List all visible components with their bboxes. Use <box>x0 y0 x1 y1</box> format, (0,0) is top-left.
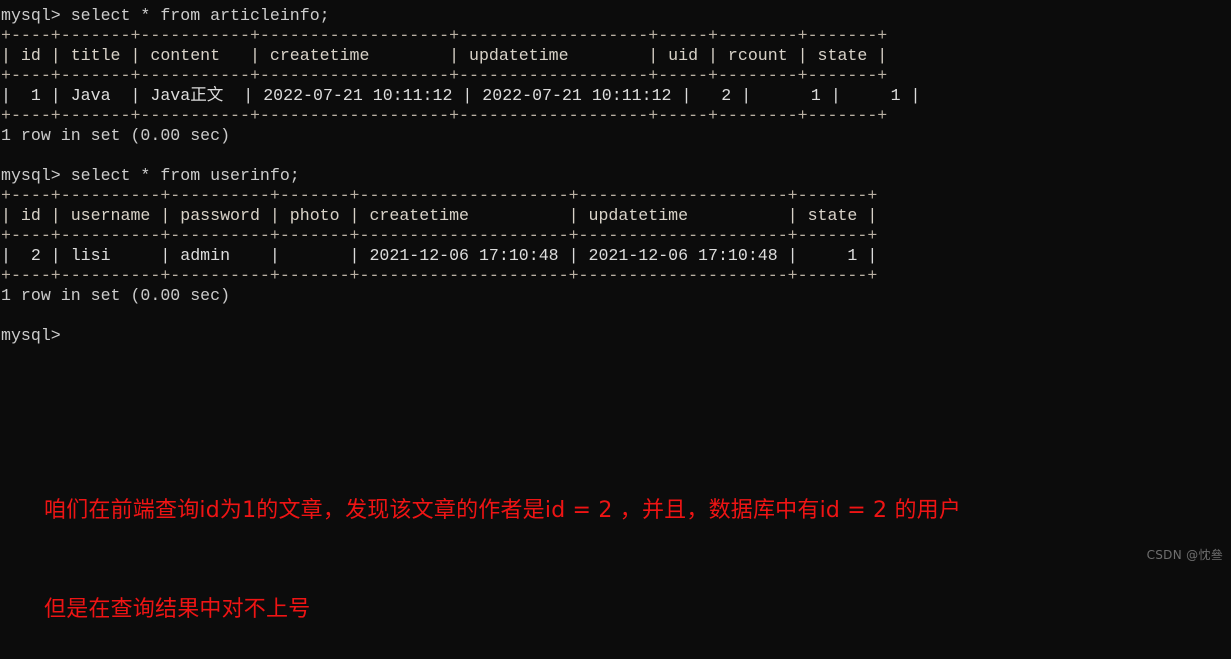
table-rule-bottom-0: +----+-------+-----------+--------------… <box>1 106 888 125</box>
terminal-command-1: mysql> select * from userinfo; <box>1 166 300 185</box>
terminal-final-prompt: mysql> <box>1 326 61 345</box>
table-header-0: | id | title | content | createtime | up… <box>1 46 888 65</box>
table-rule-mid-1: +----+----------+----------+-------+----… <box>1 226 878 245</box>
table-row-1-0: | 2 | lisi | admin | | 2021-12-06 17:10:… <box>1 246 878 265</box>
table-status-0: 1 row in set (0.00 sec) <box>1 126 231 145</box>
terminal-command-0: mysql> select * from articleinfo; <box>1 6 330 25</box>
annotation-line-2: 但是在查询结果中对不上号 <box>44 597 311 622</box>
annotation-text: 咱们在前端查询id为1的文章，发现该文章的作者是id = 2 ，并且，数据库中有… <box>44 428 961 659</box>
csdn-watermark: CSDN @忱叄 <box>1146 548 1223 562</box>
table-row-0-0: | 1 | Java | Java正文 | 2022-07-21 10:11:1… <box>1 86 921 105</box>
table-status-1: 1 row in set (0.00 sec) <box>1 286 231 305</box>
table-rule-top-1: +----+----------+----------+-------+----… <box>1 186 878 205</box>
table-rule-mid-0: +----+-------+-----------+--------------… <box>1 66 888 85</box>
table-rule-bottom-1: +----+----------+----------+-------+----… <box>1 266 878 285</box>
table-header-1: | id | username | password | photo | cre… <box>1 206 878 225</box>
table-rule-top-0: +----+-------+-----------+--------------… <box>1 26 888 45</box>
annotation-line-1: 咱们在前端查询id为1的文章，发现该文章的作者是id = 2 ，并且，数据库中有… <box>44 498 962 523</box>
terminal-output[interactable]: mysql> select * from articleinfo; +----+-… <box>0 6 1231 346</box>
